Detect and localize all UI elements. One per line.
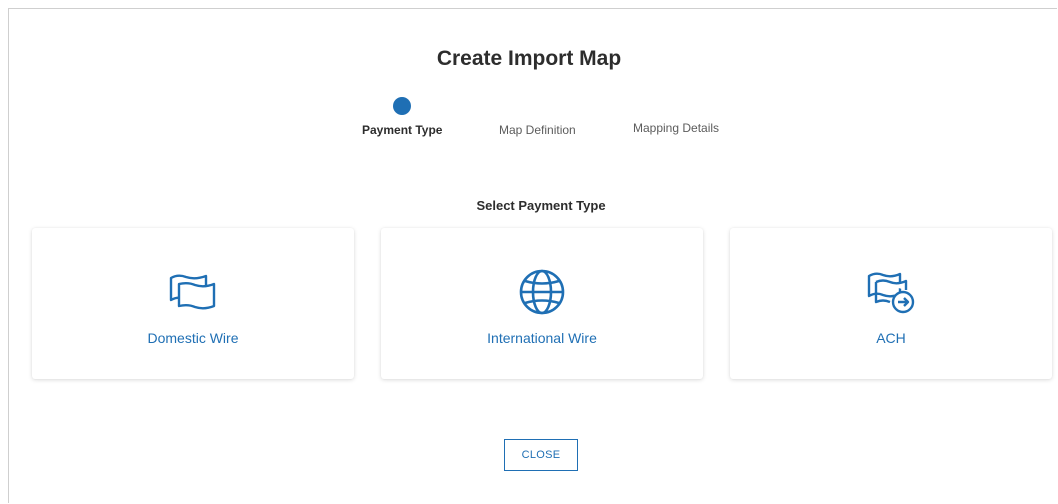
section-label: Select Payment Type xyxy=(476,198,606,213)
banknotes-icon xyxy=(168,268,218,316)
card-domestic-wire[interactable]: Domestic Wire xyxy=(32,228,354,379)
banknotes-arrow-icon xyxy=(866,268,916,316)
globe-icon xyxy=(517,268,567,316)
stepper: Payment Type Map Definition Mapping Deta… xyxy=(0,95,1058,145)
card-ach[interactable]: ACH xyxy=(730,228,1052,379)
card-label: International Wire xyxy=(487,330,597,346)
dialog-title: Create Import Map xyxy=(436,47,622,70)
step-payment-type: Payment Type xyxy=(362,123,443,137)
step-active-indicator xyxy=(393,97,411,115)
step-mapping-details: Mapping Details xyxy=(633,121,720,135)
card-label: ACH xyxy=(876,330,906,346)
card-international-wire[interactable]: International Wire xyxy=(381,228,703,379)
card-label: Domestic Wire xyxy=(147,330,239,346)
step-map-definition: Map Definition xyxy=(499,123,576,137)
close-button[interactable]: CLOSE xyxy=(504,439,578,471)
